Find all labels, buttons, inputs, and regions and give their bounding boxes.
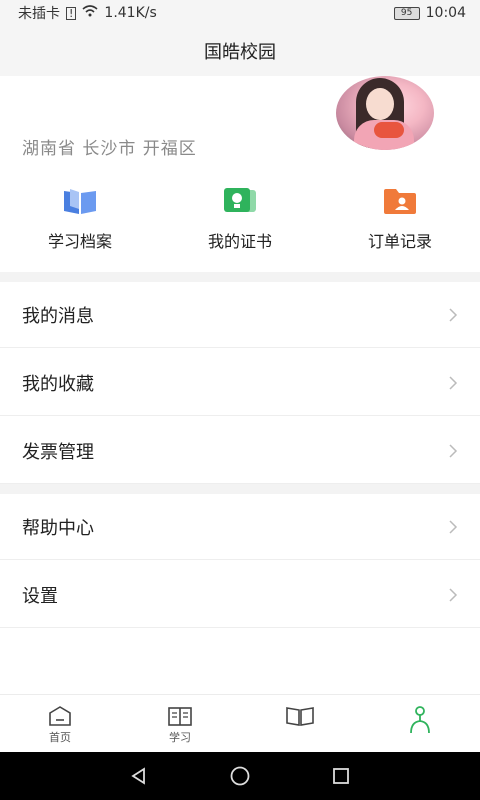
profile-icon (410, 706, 430, 734)
chevron-right-icon (449, 587, 458, 602)
wifi-icon (82, 5, 98, 21)
menu-item-label: 设置 (22, 585, 58, 607)
chevron-right-icon (449, 375, 458, 390)
nav-tab-study[interactable]: 学习 (120, 695, 240, 752)
home-circle-icon[interactable] (229, 765, 251, 787)
nav-tab-home[interactable]: 首页 (0, 695, 120, 752)
menu-item-messages[interactable]: 我的消息 (0, 282, 480, 348)
certificate-icon (222, 186, 258, 216)
recents-icon[interactable] (331, 766, 351, 786)
avatar[interactable] (336, 76, 434, 150)
menu-item-help[interactable]: 帮助中心 (0, 494, 480, 560)
sim-icon: ! (66, 6, 77, 20)
back-icon[interactable] (129, 766, 149, 786)
menu-item-label: 发票管理 (22, 441, 94, 463)
menu-item-settings[interactable]: 设置 (0, 562, 480, 628)
menu-item-label: 帮助中心 (22, 517, 94, 539)
status-right: 95 10:04 (393, 5, 466, 21)
section-divider (0, 484, 480, 494)
quick-action-order-records[interactable]: 订单记录 (320, 186, 480, 266)
study-book-icon (168, 707, 192, 726)
title-bar: 国皓校园 (0, 26, 480, 76)
carrier-text: 未插卡 (18, 6, 60, 22)
nav-tab-label: 首页 (49, 731, 71, 744)
battery-icon: 95 (393, 6, 420, 20)
section-divider (0, 272, 480, 282)
open-book-icon (286, 707, 314, 726)
menu-item-favorites[interactable]: 我的收藏 (0, 350, 480, 416)
bottom-nav: 首页 学习 (0, 694, 480, 752)
quick-action-label: 订单记录 (367, 232, 432, 251)
system-nav-bar (0, 752, 480, 800)
menu-item-label: 我的收藏 (22, 373, 94, 395)
network-speed: 1.41K/s (104, 5, 157, 21)
quick-action-label: 我的证书 (207, 232, 272, 251)
nav-tab-profile[interactable] (360, 695, 480, 752)
quick-action-label: 学习档案 (47, 232, 112, 251)
quick-actions: 学习档案 我的证书 订单记录 (0, 186, 480, 266)
book-icon (62, 186, 98, 216)
menu-item-label: 我的消息 (22, 305, 94, 327)
chevron-right-icon (449, 519, 458, 534)
quick-action-study-record[interactable]: 学习档案 (0, 186, 160, 266)
quick-action-my-certificate[interactable]: 我的证书 (160, 186, 320, 266)
status-left: 未插卡 ! 1.41K/s (18, 3, 157, 23)
menu-item-invoice[interactable]: 发票管理 (0, 418, 480, 484)
home-icon (49, 706, 71, 726)
nav-tab-library[interactable] (240, 695, 360, 752)
chevron-right-icon (449, 443, 458, 458)
location-text: 湖南省 长沙市 开福区 (22, 139, 197, 159)
clock: 10:04 (425, 5, 466, 21)
profile-section: 湖南省 长沙市 开福区 (0, 76, 480, 176)
status-bar: 未插卡 ! 1.41K/s 95 10:04 (0, 0, 480, 26)
chevron-right-icon (449, 307, 458, 322)
nav-tab-label: 学习 (169, 731, 191, 744)
page-title: 国皓校园 (204, 42, 276, 63)
folder-user-icon (382, 186, 418, 216)
